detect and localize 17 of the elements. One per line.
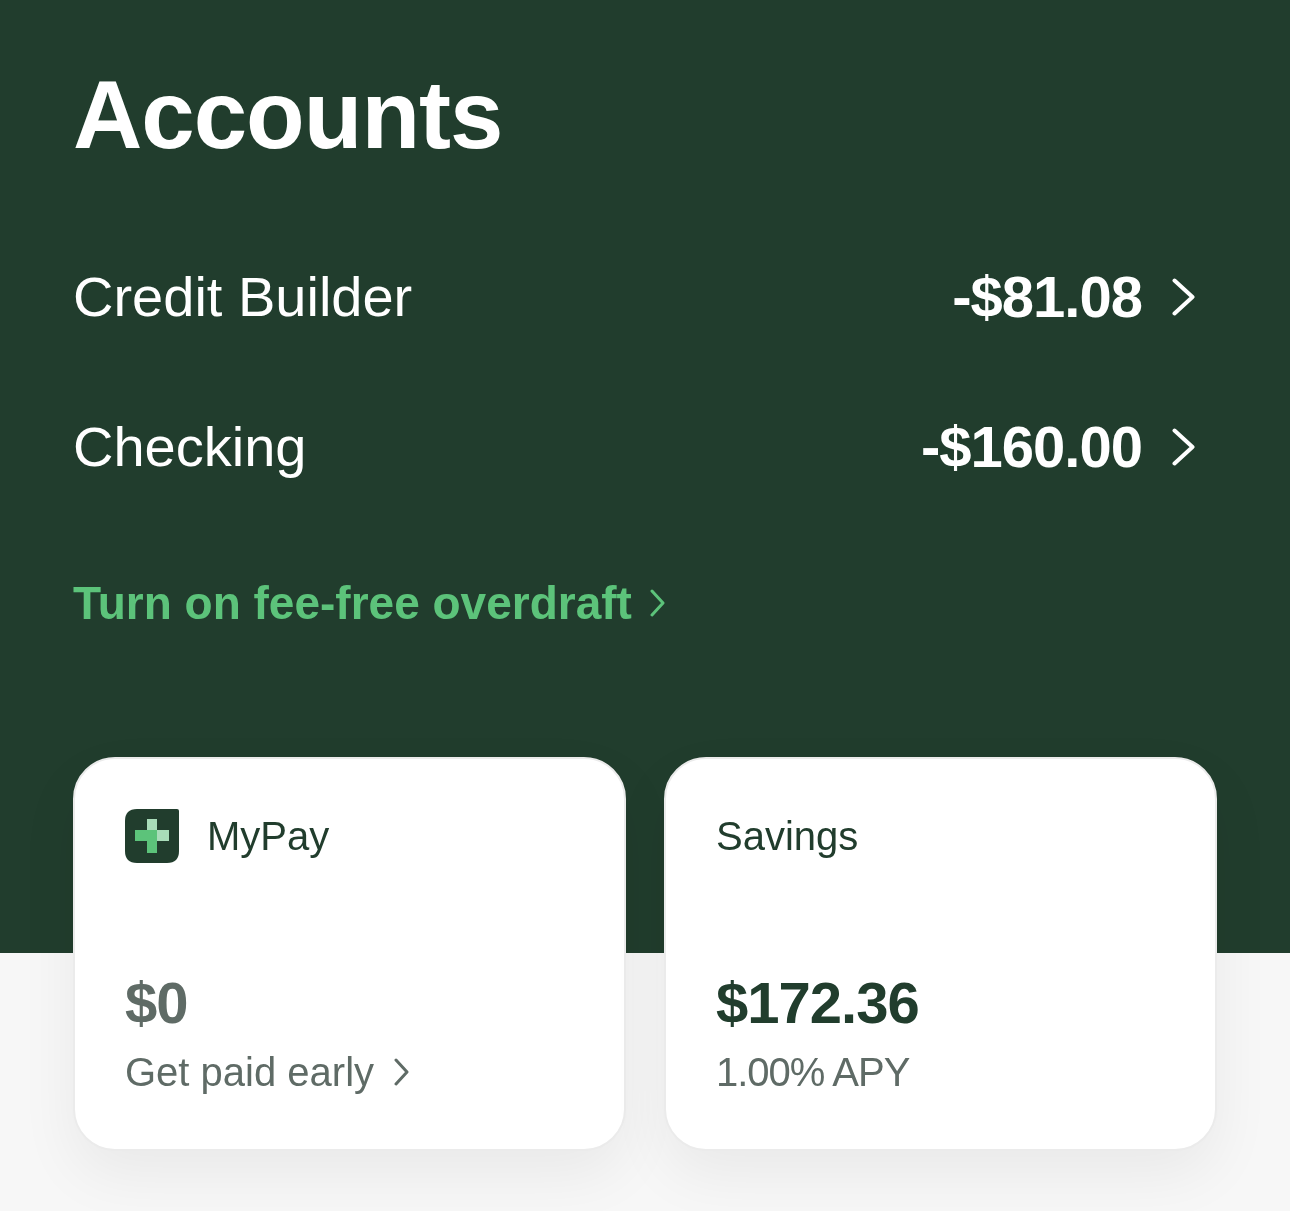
account-card[interactable]: MyPay $0 Get paid early <box>73 757 626 1151</box>
chevron-right-icon[interactable] <box>394 1058 410 1086</box>
card-title: MyPay <box>207 813 330 860</box>
page-title: Accounts <box>73 60 503 170</box>
plus-tile-icon <box>125 809 179 863</box>
chevron-right-icon[interactable] <box>649 589 665 617</box>
account-name: Checking <box>73 414 307 480</box>
card-balance: $172.36 <box>716 969 919 1036</box>
card-title: Savings <box>716 813 859 860</box>
account-balance: -$81.08 <box>952 264 1142 330</box>
overdraft-link[interactable]: Turn on fee-free overdraft <box>73 575 665 631</box>
account-balance: -$160.00 <box>921 414 1142 480</box>
get-paid-early-link[interactable]: Get paid early <box>125 1048 410 1096</box>
account-card[interactable]: Savings $172.36 1.00% APY <box>664 757 1217 1151</box>
interest-rate-text: 1.00% APY <box>716 1049 910 1096</box>
card-balance: $0 <box>125 969 188 1036</box>
account-name: Credit Builder <box>73 264 413 330</box>
